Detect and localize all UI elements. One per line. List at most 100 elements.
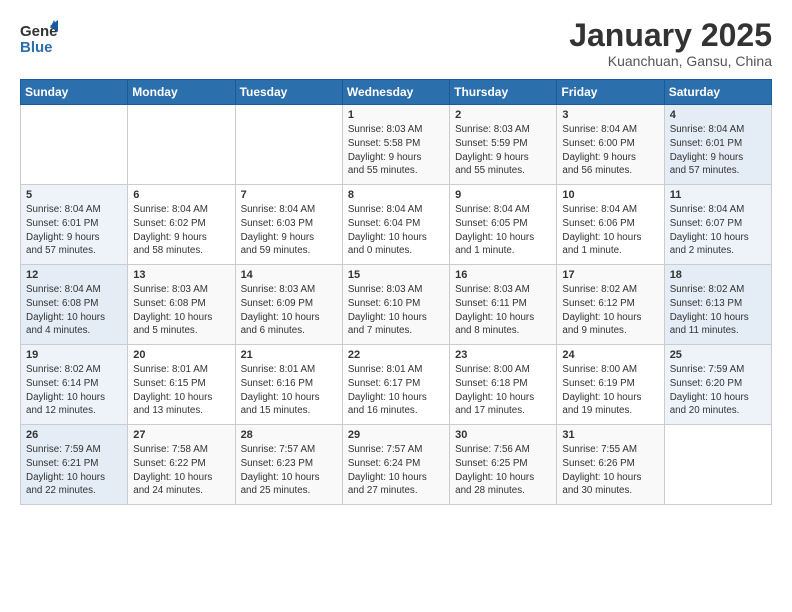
day-info: Sunrise: 8:04 AM Sunset: 6:08 PM Dayligh… [26,283,122,338]
calendar-cell [235,105,342,185]
calendar-cell: 18Sunrise: 8:02 AM Sunset: 6:13 PM Dayli… [664,265,771,345]
calendar-cell: 15 Sunrise: 8:03 AM Sunset: 6:10 PM Dayli… [342,265,449,345]
day-number: 1 [348,109,444,121]
day-number: 14 [241,269,337,281]
day-number: 3 [562,109,658,121]
month-title: January 2025 [569,18,772,53]
day-number: 23 [455,349,551,361]
weekday-header-tuesday: Tuesday [235,80,342,105]
calendar-cell: 10 Sunrise: 8:04 AM Sunset: 6:06 PM Dayli… [557,185,664,265]
day-info: Sunrise: 8:02 AM Sunset: 6:12 PM Dayligh… [562,283,658,338]
day-number: 22 [348,349,444,361]
day-number: 21 [241,349,337,361]
day-info: Sunrise: 7:57 AM Sunset: 6:24 PM Dayligh… [348,443,444,498]
day-number: 7 [241,189,337,201]
calendar-cell [21,105,128,185]
week-row-1: 5 Sunrise: 8:04 AM Sunset: 6:01 PM Daylig… [21,185,772,265]
day-info: Sunrise: 8:01 AM Sunset: 6:17 PM Dayligh… [348,363,444,418]
weekday-header-sunday: Sunday [21,80,128,105]
weekday-header-friday: Friday [557,80,664,105]
calendar-cell: 17 Sunrise: 8:02 AM Sunset: 6:12 PM Dayli… [557,265,664,345]
day-info: Sunrise: 8:02 AM Sunset: 6:13 PM Dayligh… [670,283,766,338]
calendar-cell: 23 Sunrise: 8:00 AM Sunset: 6:18 PM Dayli… [450,345,557,425]
weekday-header-monday: Monday [128,80,235,105]
calendar-cell: 11 Sunrise: 8:04 AM Sunset: 6:07 PM Dayli… [664,185,771,265]
day-number: 29 [348,429,444,441]
day-info: Sunrise: 8:04 AM Sunset: 6:00 PM Dayligh… [562,123,658,178]
day-number: 27 [133,429,229,441]
day-info: Sunrise: 7:59 AM Sunset: 6:20 PM Dayligh… [670,363,766,418]
day-info: Sunrise: 8:04 AM Sunset: 6:03 PM Dayligh… [241,203,337,258]
day-number: 2 [455,109,551,121]
day-number: 16 [455,269,551,281]
calendar-cell: 29 Sunrise: 7:57 AM Sunset: 6:24 PM Dayli… [342,425,449,505]
calendar-cell: 5 Sunrise: 8:04 AM Sunset: 6:01 PM Daylig… [21,185,128,265]
day-info: Sunrise: 8:04 AM Sunset: 6:04 PM Dayligh… [348,203,444,258]
day-number: 8 [348,189,444,201]
page: General Blue January 2025 Kuanchuan, Gan… [0,0,792,612]
day-info: Sunrise: 8:04 AM Sunset: 6:07 PM Dayligh… [670,203,766,258]
day-number: 12 [26,269,122,281]
calendar-cell: 1 Sunrise: 8:03 AM Sunset: 5:58 PM Daylig… [342,105,449,185]
day-info: Sunrise: 7:56 AM Sunset: 6:25 PM Dayligh… [455,443,551,498]
day-number: 25 [670,349,766,361]
day-info: Sunrise: 8:04 AM Sunset: 6:06 PM Dayligh… [562,203,658,258]
calendar-cell: 9Sunrise: 8:04 AM Sunset: 6:05 PM Daylig… [450,185,557,265]
calendar-cell: 21 Sunrise: 8:01 AM Sunset: 6:16 PM Dayli… [235,345,342,425]
calendar-cell: 25 Sunrise: 7:59 AM Sunset: 6:20 PM Dayli… [664,345,771,425]
logo-icon: General Blue [20,18,58,61]
weekday-header-wednesday: Wednesday [342,80,449,105]
week-row-3: 19Sunrise: 8:02 AM Sunset: 6:14 PM Dayli… [21,345,772,425]
day-info: Sunrise: 8:03 AM Sunset: 6:10 PM Dayligh… [348,283,444,338]
day-info: Sunrise: 8:00 AM Sunset: 6:18 PM Dayligh… [455,363,551,418]
day-number: 30 [455,429,551,441]
day-number: 20 [133,349,229,361]
week-row-4: 26 Sunrise: 7:59 AM Sunset: 6:21 PM Dayli… [21,425,772,505]
calendar-cell: 3 Sunrise: 8:04 AM Sunset: 6:00 PM Daylig… [557,105,664,185]
title-block: January 2025 Kuanchuan, Gansu, China [569,18,772,69]
day-number: 10 [562,189,658,201]
day-number: 6 [133,189,229,201]
day-number: 5 [26,189,122,201]
weekday-header-saturday: Saturday [664,80,771,105]
header: General Blue January 2025 Kuanchuan, Gan… [20,18,772,69]
day-info: Sunrise: 8:03 AM Sunset: 6:09 PM Dayligh… [241,283,337,338]
day-info: Sunrise: 7:58 AM Sunset: 6:22 PM Dayligh… [133,443,229,498]
day-number: 4 [670,109,766,121]
calendar-cell: 4 Sunrise: 8:04 AM Sunset: 6:01 PM Daylig… [664,105,771,185]
day-number: 26 [26,429,122,441]
location: Kuanchuan, Gansu, China [569,53,772,69]
day-info: Sunrise: 8:00 AM Sunset: 6:19 PM Dayligh… [562,363,658,418]
day-info: Sunrise: 8:04 AM Sunset: 6:01 PM Dayligh… [26,203,122,258]
calendar-cell: 12 Sunrise: 8:04 AM Sunset: 6:08 PM Dayli… [21,265,128,345]
calendar-cell: 28Sunrise: 7:57 AM Sunset: 6:23 PM Dayli… [235,425,342,505]
day-info: Sunrise: 8:02 AM Sunset: 6:14 PM Dayligh… [26,363,122,418]
day-info: Sunrise: 8:04 AM Sunset: 6:02 PM Dayligh… [133,203,229,258]
day-info: Sunrise: 7:57 AM Sunset: 6:23 PM Dayligh… [241,443,337,498]
calendar-cell: 31 Sunrise: 7:55 AM Sunset: 6:26 PM Dayli… [557,425,664,505]
calendar-cell: 14 Sunrise: 8:03 AM Sunset: 6:09 PM Dayli… [235,265,342,345]
day-info: Sunrise: 7:59 AM Sunset: 6:21 PM Dayligh… [26,443,122,498]
day-info: Sunrise: 8:03 AM Sunset: 5:58 PM Dayligh… [348,123,444,178]
day-number: 24 [562,349,658,361]
day-number: 13 [133,269,229,281]
logo: General Blue [20,18,58,61]
day-info: Sunrise: 8:01 AM Sunset: 6:16 PM Dayligh… [241,363,337,418]
calendar-cell: 16Sunrise: 8:03 AM Sunset: 6:11 PM Dayli… [450,265,557,345]
calendar-cell: 13 Sunrise: 8:03 AM Sunset: 6:08 PM Dayli… [128,265,235,345]
day-info: Sunrise: 7:55 AM Sunset: 6:26 PM Dayligh… [562,443,658,498]
calendar-cell: 30 Sunrise: 7:56 AM Sunset: 6:25 PM Dayli… [450,425,557,505]
calendar: SundayMondayTuesdayWednesdayThursdayFrid… [20,79,772,505]
day-number: 31 [562,429,658,441]
weekday-header-thursday: Thursday [450,80,557,105]
week-row-0: 1 Sunrise: 8:03 AM Sunset: 5:58 PM Daylig… [21,105,772,185]
day-info: Sunrise: 8:04 AM Sunset: 6:01 PM Dayligh… [670,123,766,178]
day-number: 17 [562,269,658,281]
day-info: Sunrise: 8:03 AM Sunset: 6:08 PM Dayligh… [133,283,229,338]
calendar-cell: 7 Sunrise: 8:04 AM Sunset: 6:03 PM Daylig… [235,185,342,265]
svg-text:Blue: Blue [20,39,53,56]
day-number: 15 [348,269,444,281]
calendar-cell: 2 Sunrise: 8:03 AM Sunset: 5:59 PM Daylig… [450,105,557,185]
day-info: Sunrise: 8:03 AM Sunset: 5:59 PM Dayligh… [455,123,551,178]
day-number: 11 [670,189,766,201]
